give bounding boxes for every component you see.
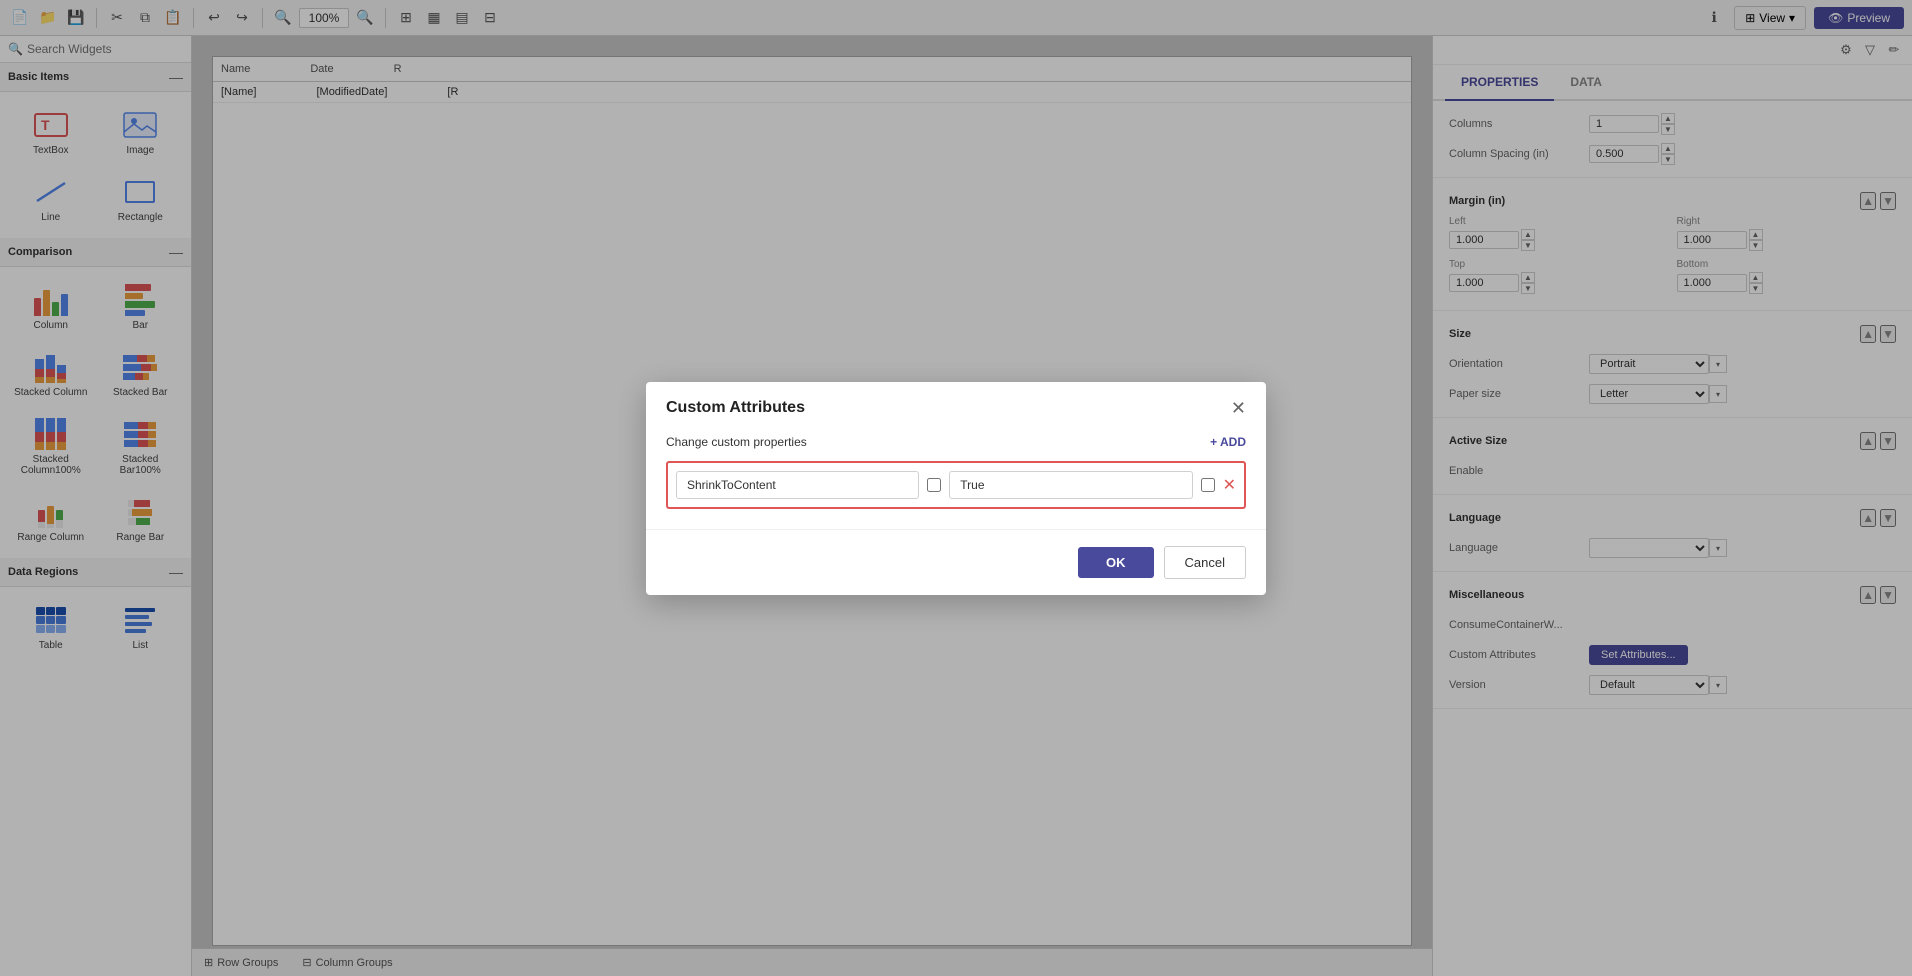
modal-attr-value-input[interactable] <box>949 471 1192 499</box>
modal-attr-name-input[interactable] <box>676 471 919 499</box>
modal-title: Custom Attributes <box>666 399 805 417</box>
custom-attributes-modal: Custom Attributes ✕ Change custom proper… <box>646 382 1266 595</box>
modal-attr-name-checkbox[interactable] <box>927 478 941 492</box>
modal-subtitle: Change custom properties + ADD <box>666 435 1246 449</box>
modal-remove-button[interactable]: ✕ <box>1223 475 1236 495</box>
modal-subtitle-text: Change custom properties <box>666 435 807 449</box>
modal-body: Change custom properties + ADD ✕ <box>646 427 1266 529</box>
modal-footer: OK Cancel <box>646 529 1266 595</box>
modal-add-button[interactable]: + ADD <box>1210 435 1246 449</box>
modal-ok-button[interactable]: OK <box>1078 547 1154 578</box>
modal-header: Custom Attributes ✕ <box>646 382 1266 427</box>
modal-attr-row: ✕ <box>666 461 1246 509</box>
modal-attr-value-checkbox[interactable] <box>1201 478 1215 492</box>
modal-close-button[interactable]: ✕ <box>1231 398 1246 419</box>
modal-cancel-button[interactable]: Cancel <box>1164 546 1246 579</box>
modal-overlay: Custom Attributes ✕ Change custom proper… <box>0 0 1912 976</box>
